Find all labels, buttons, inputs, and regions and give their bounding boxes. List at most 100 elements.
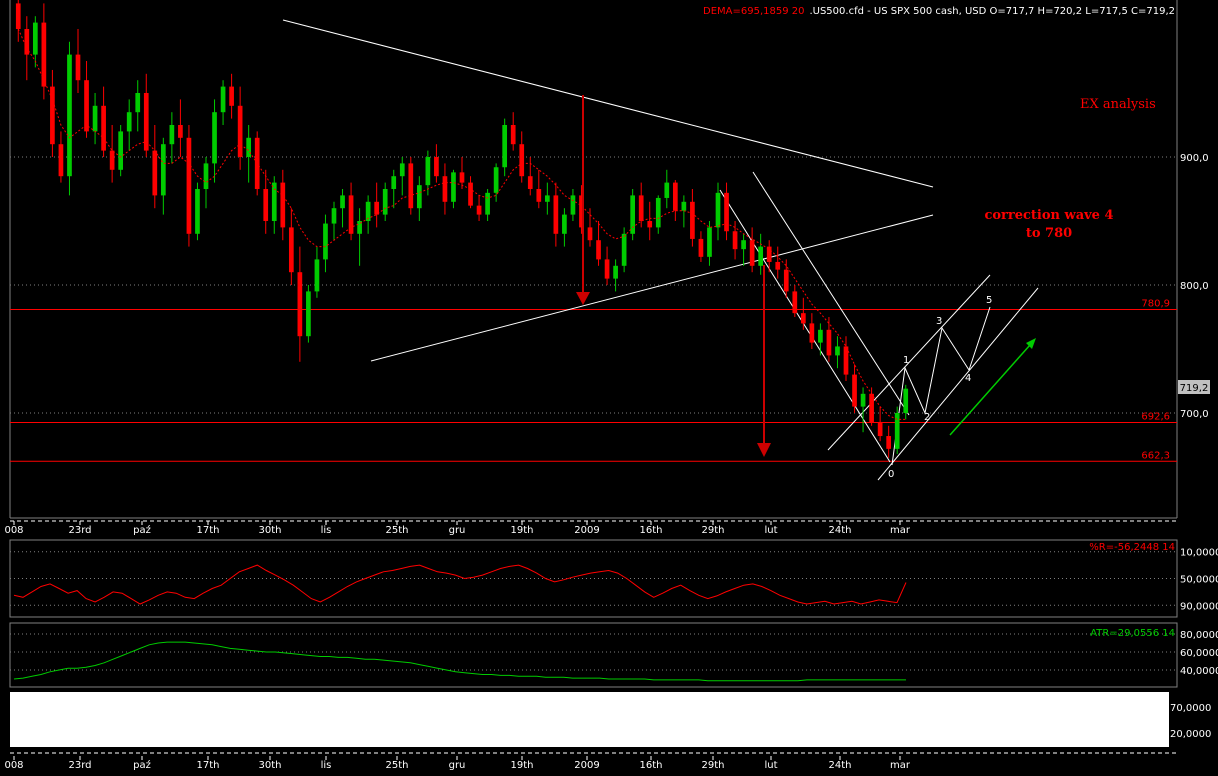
y-tick-label: 700,0 — [1180, 409, 1209, 420]
candle-body — [391, 176, 397, 189]
candle-body — [382, 189, 388, 215]
candle — [604, 246, 610, 285]
x-tick-label: gru — [449, 760, 466, 771]
x-tick-label: 2009 — [574, 525, 599, 536]
wr-tick-label: 10,0000 — [1180, 548, 1218, 559]
candle — [41, 3, 47, 100]
candle — [195, 182, 200, 241]
candle — [766, 240, 772, 273]
candle — [587, 208, 593, 247]
candle-body — [297, 272, 303, 337]
x-tick-label: mar — [890, 760, 911, 771]
candle-body — [519, 144, 525, 177]
candle-body — [109, 150, 115, 170]
candle — [826, 317, 832, 362]
candle-body — [732, 231, 738, 250]
candle — [306, 285, 311, 343]
williams-r-panel: 10,0000 50,0000 90,0000 %R=-56,2448 14 — [9, 539, 1218, 618]
candle — [852, 364, 857, 413]
candle — [15, 0, 21, 42]
main-y-axis: 900,0 800,0 700,0 — [1180, 153, 1209, 420]
candle — [220, 80, 226, 125]
candle — [186, 125, 192, 247]
candle — [357, 208, 362, 266]
x-tick-label: 008 — [4, 525, 23, 536]
candle — [280, 169, 286, 241]
candle-body — [621, 233, 627, 266]
candle-body — [707, 227, 712, 257]
candle — [544, 182, 550, 215]
candle-body — [596, 240, 601, 260]
triangle-lower-line — [370, 214, 934, 362]
candle-body — [502, 125, 508, 168]
candle-body — [468, 182, 473, 206]
x-tick-label: mar — [890, 525, 911, 536]
candle — [101, 86, 106, 157]
x-tick-label: 30th — [259, 760, 282, 771]
candle-body — [698, 238, 704, 257]
candle-body — [903, 388, 909, 413]
candle-body — [775, 261, 781, 270]
candle — [715, 182, 721, 241]
x-tick-label: 17th — [197, 760, 220, 771]
candle — [58, 131, 64, 183]
candle — [809, 313, 815, 349]
atr-panel: 80,0000 60,0000 40,0000 ATR=29,0556 14 — [9, 622, 1218, 688]
candle-body — [536, 189, 542, 202]
candle-body — [690, 201, 695, 239]
candle-body — [886, 436, 892, 449]
candle — [835, 336, 840, 369]
atr-tick-label: 80,0000 — [1180, 630, 1218, 641]
candle — [348, 182, 354, 241]
candle — [655, 195, 661, 234]
candle — [527, 157, 533, 196]
x-tick-label: paź — [133, 759, 151, 771]
candle-body — [186, 137, 192, 234]
level-label: 662,3 — [1141, 450, 1170, 461]
candle-body — [766, 246, 772, 262]
candle — [724, 182, 729, 241]
trendlines — [282, 19, 1039, 481]
candle-body — [485, 192, 490, 215]
williams-r-frame — [9, 539, 1178, 618]
candle — [203, 157, 209, 209]
wr-tick-label: 90,0000 — [1180, 601, 1218, 612]
x-tick-label: 23rd — [68, 760, 91, 771]
candle — [468, 176, 473, 209]
candle-body — [323, 223, 328, 260]
candle — [178, 99, 183, 157]
candle — [613, 259, 618, 292]
candle-body — [212, 112, 217, 164]
candle-body — [758, 246, 764, 266]
dema-header-label: DEMA=695,1859 20 — [703, 6, 804, 17]
channel-upper-line — [752, 171, 910, 416]
candle — [297, 246, 303, 362]
candle-body — [442, 176, 448, 202]
candle — [118, 125, 124, 177]
candle-body — [399, 163, 405, 177]
ex-analysis-label: EX analysis — [1080, 97, 1156, 112]
x-tick-label: 16th — [640, 525, 663, 536]
candle-body — [792, 291, 798, 314]
candle — [160, 137, 166, 215]
candle-body — [749, 240, 755, 266]
y-tick-label: 900,0 — [1180, 153, 1209, 164]
candle-body — [527, 176, 533, 189]
candle-body — [800, 313, 806, 324]
x-tick-label: 19th — [511, 525, 534, 536]
candle-body — [126, 112, 132, 132]
candle — [271, 176, 277, 234]
candle-body — [843, 346, 849, 375]
main-grid — [10, 156, 1177, 414]
candle — [459, 157, 465, 189]
candle — [536, 169, 542, 209]
empty-panel-tick-2: 20,0000 — [1170, 729, 1211, 740]
candle — [391, 169, 397, 209]
candle-body — [178, 125, 183, 138]
candle — [800, 297, 806, 330]
candle-body — [604, 259, 610, 279]
candle — [416, 176, 422, 221]
level-label: 780,9 — [1141, 298, 1170, 309]
candle-body — [570, 195, 576, 215]
candle-body — [510, 125, 516, 145]
